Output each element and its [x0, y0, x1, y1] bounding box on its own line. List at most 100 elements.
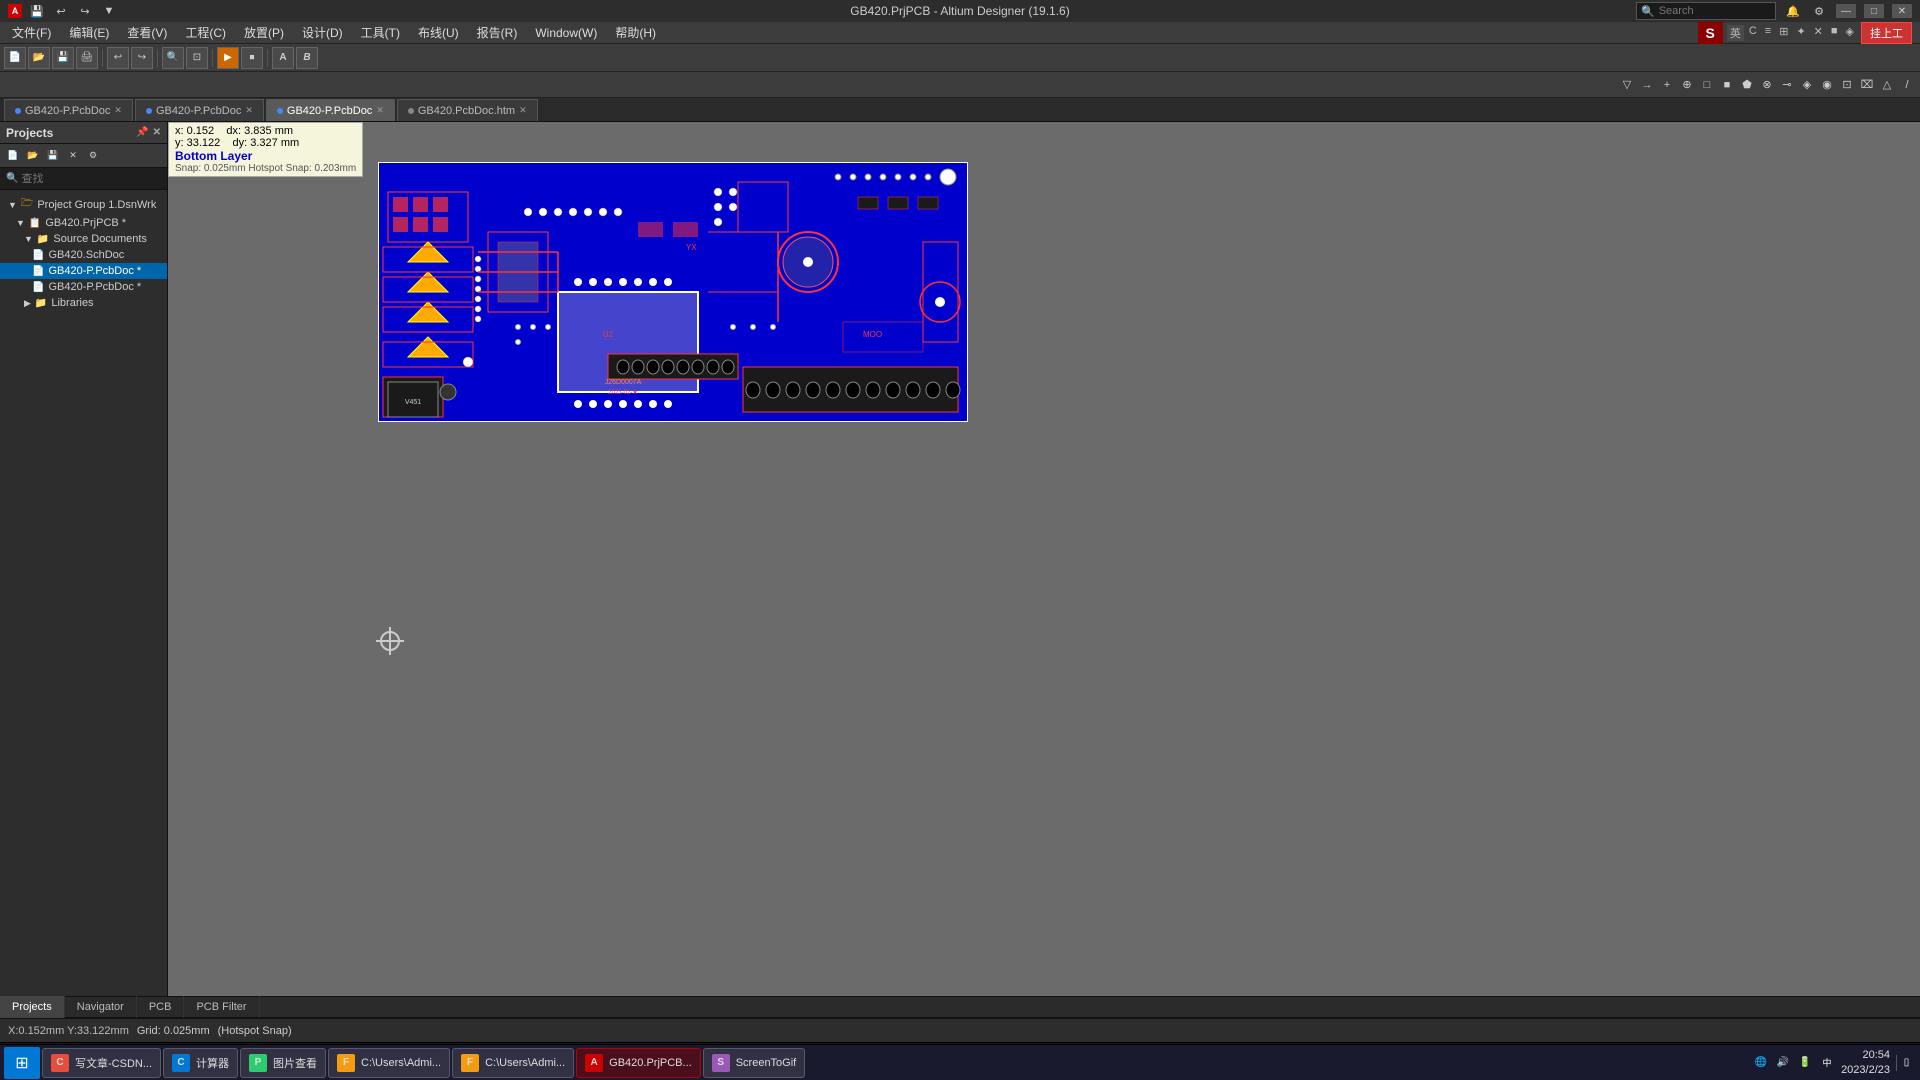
notification-icon[interactable]: 🔔	[1784, 2, 1802, 20]
tree-item-libs[interactable]: ▶ 📁 Libraries	[0, 295, 167, 311]
sidebar-search-input[interactable]	[21, 173, 161, 185]
tray-battery[interactable]: 🔋	[1797, 1055, 1813, 1071]
pcb-tool-tri[interactable]: △	[1878, 76, 1896, 94]
menu-window[interactable]: Window(W)	[527, 24, 605, 42]
tool-save-all[interactable]: 💾	[52, 47, 74, 69]
nav-tab-pcb[interactable]: PCB	[137, 996, 185, 1018]
tree-item-pcb1[interactable]: 📄 GB420-P.PcbDoc *	[0, 263, 167, 279]
dropdown-icon[interactable]: ▼	[100, 2, 118, 20]
menu-file[interactable]: 文件(F)	[4, 22, 59, 43]
pcb-tool-slash[interactable]: /	[1898, 76, 1916, 94]
tool-undo[interactable]: ↩	[107, 47, 129, 69]
tree-item-sch[interactable]: 📄 GB420.SchDoc	[0, 247, 167, 263]
tab-close-1[interactable]: ✕	[245, 105, 253, 116]
top-icon-menu[interactable]: ≡	[1762, 25, 1774, 41]
pcb-tool-filter[interactable]: ▽	[1618, 76, 1636, 94]
tab-0[interactable]: GB420-P.PcbDoc ✕	[4, 99, 133, 121]
menu-route[interactable]: 布线(U)	[410, 22, 467, 43]
top-icon-c[interactable]: C	[1746, 25, 1760, 41]
system-clock[interactable]: 20:54 2023/2/23	[1841, 1048, 1890, 1077]
tool-new[interactable]: 📄	[4, 47, 26, 69]
menu-view[interactable]: 查看(V)	[119, 22, 175, 43]
taskbar-app-csdn[interactable]: C 写文章-CSDN...	[42, 1048, 161, 1078]
tool-open[interactable]: 📂	[28, 47, 50, 69]
sidebar-tool-settings[interactable]: ⚙	[84, 147, 102, 165]
start-button[interactable]: ⊞	[4, 1047, 40, 1079]
menu-place[interactable]: 放置(P)	[236, 22, 292, 43]
tree-item-src[interactable]: ▼ 📁 Source Documents	[0, 231, 167, 247]
top-icon-star[interactable]: ✦	[1793, 25, 1808, 41]
top-icon-x[interactable]: ✕	[1811, 25, 1826, 41]
connect-button[interactable]: 挂上工	[1861, 22, 1912, 44]
tab-2[interactable]: GB420-P.PcbDoc ✕	[266, 99, 395, 121]
pcb-tool-sq[interactable]: □	[1698, 76, 1716, 94]
tool-zoom-in[interactable]: 🔍	[162, 47, 184, 69]
top-icon-grid[interactable]: ⊞	[1776, 25, 1791, 41]
top-icon-sq[interactable]: ■	[1828, 25, 1841, 41]
taskbar-app-photos[interactable]: P 图片查看	[240, 1048, 326, 1078]
pcb-tool-3d[interactable]: ◈	[1798, 76, 1816, 94]
menu-design[interactable]: 设计(D)	[294, 22, 351, 43]
menu-tools[interactable]: 工具(T)	[353, 22, 408, 43]
tray-volume[interactable]: 🔊	[1775, 1055, 1791, 1071]
taskbar-app-screentogif[interactable]: S ScreenToGif	[703, 1048, 806, 1078]
sidebar-tool-open[interactable]: 📂	[24, 147, 42, 165]
tree-item-pcb2[interactable]: 📄 GB420-P.PcbDoc *	[0, 279, 167, 295]
tool-print[interactable]: 🖨	[76, 47, 98, 69]
tree-item-pg1[interactable]: ▼ 🗁 Project Group 1.DsnWrk	[0, 194, 167, 215]
pcb-tool-camera[interactable]: ◉	[1818, 76, 1836, 94]
canvas-area[interactable]: x: 0.152 dx: 3.835 mm y: 33.122 dy: 3.32…	[168, 122, 1920, 996]
pcb-tool-test[interactable]: ⊡	[1838, 76, 1856, 94]
tab-close-3[interactable]: ✕	[519, 105, 527, 116]
sidebar-tool-save[interactable]: 💾	[44, 147, 62, 165]
minimize-button[interactable]: —	[1836, 4, 1856, 18]
tool-run[interactable]: ▶	[217, 47, 239, 69]
tray-network[interactable]: 🌐	[1753, 1055, 1769, 1071]
taskbar-app-file2[interactable]: F C:\Users\Admi...	[452, 1048, 574, 1078]
close-button[interactable]: ✕	[1892, 4, 1912, 18]
pcb-tool-probe[interactable]: ⊗	[1758, 76, 1776, 94]
tool-b[interactable]: B	[296, 47, 318, 69]
top-icon-circ[interactable]: ◈	[1843, 25, 1857, 41]
tab-1[interactable]: GB420-P.PcbDoc ✕	[135, 99, 264, 121]
show-desktop-icon[interactable]: ▯	[1896, 1055, 1912, 1071]
save-icon[interactable]: 💾	[28, 2, 46, 20]
tab-close-2[interactable]: ✕	[376, 105, 384, 116]
tool-fit[interactable]: ⊡	[186, 47, 208, 69]
tool-stop[interactable]: ⏹	[241, 47, 263, 69]
pcb-tool-arrow[interactable]: →	[1638, 76, 1656, 94]
top-icon-en[interactable]: 英	[1727, 25, 1744, 41]
maximize-button[interactable]: □	[1864, 4, 1884, 18]
pcb-tool-measure[interactable]: ⊸	[1778, 76, 1796, 94]
menu-project[interactable]: 工程(C)	[177, 22, 234, 43]
sidebar-tool-new[interactable]: 📄	[4, 147, 22, 165]
menu-help[interactable]: 帮助(H)	[607, 22, 664, 43]
taskbar-app-altium[interactable]: A GB420.PrjPCB...	[576, 1048, 701, 1078]
sidebar-close-icon[interactable]: ✕	[153, 127, 161, 138]
pcb-tool-plus[interactable]: +	[1658, 76, 1676, 94]
menu-edit[interactable]: 编辑(E)	[61, 22, 117, 43]
undo-icon[interactable]: ↩	[52, 2, 70, 20]
redo-icon[interactable]: ↪	[76, 2, 94, 20]
taskbar-app-file1[interactable]: F C:\Users\Admi...	[328, 1048, 450, 1078]
nav-tab-pcbfilter[interactable]: PCB Filter	[184, 996, 259, 1018]
sidebar-pin-icon[interactable]: 📌	[136, 127, 148, 138]
pcb-tool-polygon[interactable]: ⬟	[1738, 76, 1756, 94]
sidebar-tool-close[interactable]: ✕	[64, 147, 82, 165]
pcb-tool-x[interactable]: ⌧	[1858, 76, 1876, 94]
nav-tab-projects[interactable]: Projects	[0, 996, 65, 1018]
menu-report[interactable]: 报告(R)	[469, 22, 526, 43]
tool-redo[interactable]: ↪	[131, 47, 153, 69]
tab-close-0[interactable]: ✕	[114, 105, 122, 116]
tab-3[interactable]: GB420.PcbDoc.htm ✕	[397, 99, 538, 121]
settings-icon[interactable]: ⚙	[1810, 2, 1828, 20]
title-search-box[interactable]: 🔍	[1636, 2, 1776, 20]
pcb-tool-via[interactable]: ⊕	[1678, 76, 1696, 94]
taskbar-app-calc[interactable]: C 计算器	[163, 1048, 238, 1078]
pcb-tool-fill[interactable]: ■	[1718, 76, 1736, 94]
pcb-board-container[interactable]: U2	[378, 162, 973, 432]
search-input[interactable]	[1659, 5, 1759, 17]
tray-keyboard[interactable]: 中	[1819, 1055, 1835, 1071]
tree-item-gb420[interactable]: ▼ 📋 GB420.PrjPCB *	[0, 215, 167, 231]
tool-a[interactable]: A	[272, 47, 294, 69]
